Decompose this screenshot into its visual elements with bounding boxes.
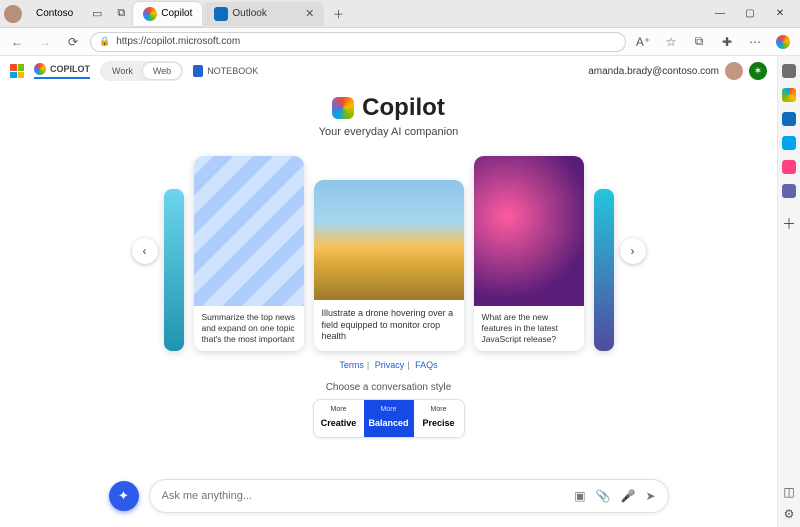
shopping-sidebar-icon[interactable] [782,136,796,150]
tab-label: Contoso [36,8,73,19]
teams-sidebar-icon[interactable] [782,184,796,198]
carousel-card-edge-left[interactable] [164,189,184,351]
style-picker: More Creative More Balanced More Precise [313,399,465,438]
tab-actions-icon[interactable]: ⧉ [109,4,133,24]
read-aloud-icon[interactable]: A⁺ [632,31,654,53]
chat-input[interactable] [162,490,575,502]
back-button[interactable]: ← [6,31,28,53]
notebook-label: NOTEBOOK [207,66,258,76]
attach-file-icon[interactable]: 📎 [596,489,611,503]
copilot-nav: COPILOT Work Web NOTEBOOK amanda.brady@c… [0,56,777,86]
url-text: https://copilot.microsoft.com [116,36,240,47]
copilot-toolbar-icon[interactable] [772,31,794,53]
org-badge-icon[interactable]: ✶ [749,62,767,80]
chat-input-row: ✦ ▣ 📎 🎤 ➤ [109,479,669,513]
send-icon[interactable]: ➤ [645,489,655,503]
microsoft-logo-icon[interactable] [10,64,24,78]
search-sidebar-icon[interactable] [782,64,796,78]
card-caption: Illustrate a drone hovering over a field… [314,300,464,351]
card-caption: What are the new features in the latest … [474,306,584,351]
new-tab-button[interactable]: ＋ [326,4,350,24]
forward-button[interactable]: → [34,31,56,53]
card-caption: Summarize the top news and expand on one… [194,306,304,351]
window-titlebar: Contoso ▭ ⧉ Copilot Outlook ✕ ＋ ― ▢ ✕ [0,0,800,28]
footer-links: Terms| Privacy| FAQs [339,360,437,370]
copilot-logo-icon [34,63,46,75]
browser-toolbar: ← → ⟳ 🔒 https://copilot.microsoft.com A⁺… [0,28,800,56]
notebook-icon [193,65,203,77]
notebook-link[interactable]: NOTEBOOK [193,65,258,77]
new-topic-button[interactable]: ✦ [109,481,139,511]
mode-web[interactable]: Web [143,63,181,79]
style-precise-button[interactable]: More Precise [414,400,464,437]
brand-label: COPILOT [50,64,90,74]
carousel-prev-button[interactable]: ‹ [132,238,158,264]
copilot-hero-icon [332,97,354,119]
copilot-favicon-icon [143,7,157,21]
maximize-button[interactable]: ▢ [738,4,762,24]
mode-toggle: Work Web [100,61,183,81]
m365-sidebar-icon[interactable] [782,88,796,102]
user-avatar-icon[interactable] [725,62,743,80]
chat-input-box[interactable]: ▣ 📎 🎤 ➤ [149,479,669,513]
games-sidebar-icon[interactable] [782,160,796,174]
tab-copilot[interactable]: Copilot [133,2,202,26]
terms-link[interactable]: Terms [339,360,364,370]
microphone-icon[interactable]: 🎤 [620,489,635,503]
carousel-card-edge-right[interactable] [594,189,614,351]
tab-label: Copilot [161,8,192,19]
carousel-next-button[interactable]: › [620,238,646,264]
minimize-button[interactable]: ― [708,4,732,24]
close-tab-icon[interactable]: ✕ [305,7,314,20]
address-bar[interactable]: 🔒 https://copilot.microsoft.com [90,32,626,52]
collections-icon[interactable]: ✚ [716,31,738,53]
user-email: amanda.brady@contoso.com [588,66,719,77]
carousel-card-javascript[interactable]: What are the new features in the latest … [474,156,584,351]
privacy-link[interactable]: Privacy [375,360,405,370]
faqs-link[interactable]: FAQs [415,360,438,370]
outlook-favicon-icon [214,7,228,21]
sidebar-collapse-icon[interactable]: ◫ [782,485,796,499]
lock-icon: 🔒 [99,36,110,47]
card-image [194,156,304,306]
style-balanced-button[interactable]: More Balanced [364,400,414,437]
profile-avatar-icon[interactable] [4,5,22,23]
favorite-icon[interactable]: ☆ [660,31,682,53]
copilot-brand[interactable]: COPILOT [34,63,90,79]
card-image [314,180,464,300]
hero-section: Copilot Your everyday AI companion ‹ › S… [0,86,777,527]
edge-sidebar: ＋ ◫ ⚙ [778,56,800,527]
carousel-card-drone[interactable]: Illustrate a drone hovering over a field… [314,180,464,351]
attach-image-icon[interactable]: ▣ [574,489,585,503]
workspaces-icon[interactable]: ▭ [85,4,109,24]
outlook-sidebar-icon[interactable] [782,112,796,126]
tab-profile[interactable]: Contoso [26,2,83,26]
tab-label: Outlook [232,8,266,19]
sidebar-settings-icon[interactable]: ⚙ [782,507,796,521]
card-image [474,156,584,306]
refresh-button[interactable]: ⟳ [62,31,84,53]
page-content: COPILOT Work Web NOTEBOOK amanda.brady@c… [0,56,778,527]
suggestion-carousel: ‹ › Summarize the top news and expand on… [154,156,624,346]
page-title: Copilot [362,94,445,122]
carousel-card-news[interactable]: Summarize the top news and expand on one… [194,156,304,351]
menu-icon[interactable]: ⋯ [744,31,766,53]
tab-outlook[interactable]: Outlook ✕ [204,2,324,26]
add-sidebar-app-button[interactable]: ＋ [782,214,796,234]
style-picker-label: Choose a conversation style [326,382,452,393]
style-creative-button[interactable]: More Creative [314,400,364,437]
close-window-button[interactable]: ✕ [768,4,792,24]
split-screen-icon[interactable]: ⧉ [688,31,710,53]
mode-work[interactable]: Work [102,63,143,79]
tagline: Your everyday AI companion [319,126,459,138]
